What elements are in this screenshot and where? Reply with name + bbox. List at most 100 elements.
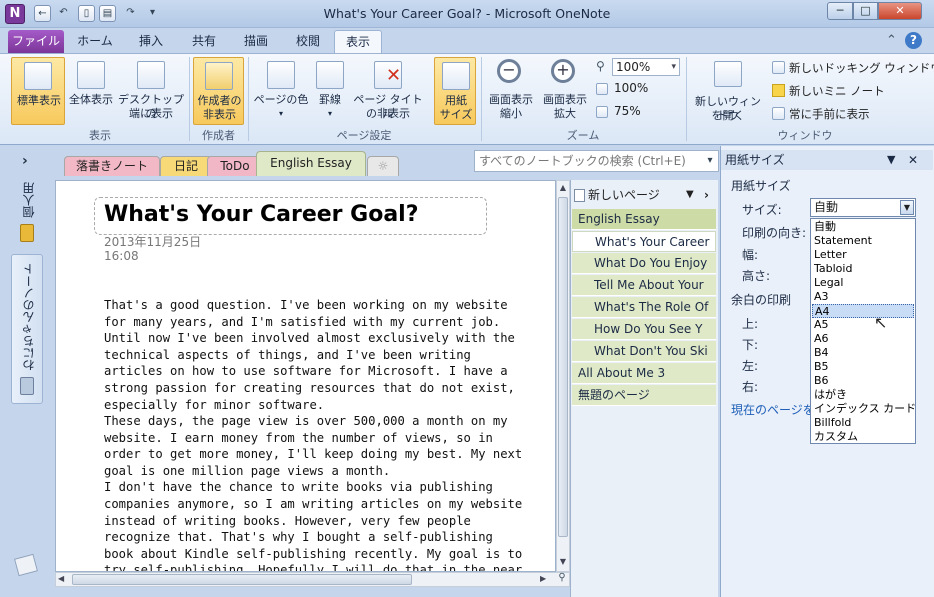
section-tab-english-essay[interactable]: English Essay [256,151,366,176]
scroll-right-icon[interactable]: ▶ [540,574,546,583]
page-item-selected[interactable]: What's Your Career [572,231,716,252]
size-option[interactable]: 自動 [812,220,914,234]
size-option[interactable]: Letter [812,248,914,262]
size-option[interactable]: インデックス カード [812,402,916,416]
size-option[interactable]: A3 [812,290,914,304]
tab-insert[interactable]: 挿入 [126,30,176,53]
note-paragraph[interactable]: That's a good question. I've been workin… [104,297,529,413]
zoom-100-button[interactable]: 100% [596,81,680,97]
rule-lines-dropdown-icon: ▾ [327,109,332,118]
size-option-highlighted[interactable]: A4 [812,304,914,318]
page-item[interactable]: How Do You See Y [572,319,716,340]
tab-view[interactable]: 表示 [334,30,382,53]
page-item[interactable]: English Essay [572,209,716,230]
pin-page-icon[interactable]: ⚲ [555,572,569,586]
scroll-down-icon[interactable]: ▼ [558,557,568,567]
tab-share[interactable]: 共有 [180,30,228,53]
page-title[interactable]: What's Your Career Goal? [104,202,419,227]
page-item[interactable]: All About Me 3 [572,363,716,384]
tab-home[interactable]: ホーム [70,30,120,53]
zoom-75-button[interactable]: 75% [596,104,680,120]
horizontal-scrollbar[interactable]: ◀ ▶ [55,572,570,587]
notebook-wani-label: わにちゃんのノート [22,263,36,371]
margin-top-label: 上: [742,317,759,331]
new-page-button[interactable]: 新しいページ ▼ › [574,186,714,204]
page-color-button[interactable]: ページの色 ▾ [252,57,310,125]
new-mini-note-button[interactable]: 新しいミニ ノート [772,83,922,99]
close-button[interactable]: ✕ [878,2,922,20]
scroll-up-icon[interactable]: ▲ [558,183,568,193]
new-window-icon [714,61,742,87]
normal-view-button[interactable]: 標準表示 [11,57,65,125]
search-placeholder: すべてのノートブックの検索 (Ctrl+E) [479,154,686,168]
size-option[interactable]: はがき [812,388,914,402]
notebook-icon [20,377,34,395]
page-canvas[interactable]: What's Your Career Goal? 2013年11月25日 16:… [55,180,556,572]
pin-icon [772,107,785,120]
dock-to-desktop-button[interactable]: デスクトップの 端に表示 [117,57,185,125]
close-pane-icon[interactable]: ✕ [908,150,918,170]
search-input[interactable]: すべてのノートブックの検索 (Ctrl+E) [474,150,719,172]
pane-options-icon[interactable]: ▼ [887,150,895,170]
note-paragraph-block[interactable]: These days, the page view is over 500,00… [104,413,529,571]
hide-authors-button[interactable]: 作成者の 非表示 [193,57,244,125]
page-item[interactable]: What's The Role Of [572,297,716,318]
hide-page-title-button[interactable]: ✕ ページ タイトル の非表示 [350,57,426,125]
size-option[interactable]: B6 [812,374,914,388]
paper-size-button[interactable]: 用紙 サイズ [434,57,476,125]
search-dropdown-icon[interactable]: ▾ [702,152,718,170]
notebook-personal[interactable]: 個人用 [12,178,42,250]
new-section-tab[interactable]: ☼ [367,156,399,176]
size-option[interactable]: B5 [812,360,914,374]
notebook-wani[interactable]: わにちゃんのノート [11,254,43,404]
zoom-out-button[interactable]: − 画面表示 縮小 [485,57,537,125]
scroll-thumb[interactable] [558,197,568,537]
maximize-button[interactable]: □ [853,2,878,20]
zoom-in-button[interactable]: + 画面表示 拡大 [538,57,592,125]
new-docked-window-button[interactable]: 新しいドッキング ウィンドウ [772,60,934,76]
size-option[interactable]: B4 [812,346,914,360]
size-select[interactable]: 自動 ▼ [810,198,916,217]
tab-file[interactable]: ファイル [8,30,64,53]
section-tab-scribble[interactable]: 落書きノート [64,156,160,176]
size-option[interactable]: A5 [812,318,914,332]
expand-navigation-icon[interactable]: › [22,153,28,169]
vertical-scrollbar[interactable]: ▲ ▼ [556,180,570,572]
paper-size-section-label: 用紙サイズ [731,179,791,193]
tab-draw[interactable]: 描画 [232,30,280,53]
chevron-down-icon[interactable]: ▼ [900,200,914,215]
chevron-down-icon[interactable]: ▼ [686,186,694,204]
print-margins-label: 余白の印刷 [731,293,792,307]
notebook-personal-label: 個人用 [22,182,36,218]
collapse-ribbon-icon[interactable]: ⌃ [886,33,897,48]
size-option[interactable]: Tabloid [812,262,914,276]
size-option[interactable]: Legal [812,276,914,290]
chevron-right-icon[interactable]: › [704,186,709,204]
section-tab-diary[interactable]: 日記 [160,156,212,176]
note-paragraph[interactable]: These days, the page view is over 500,00… [104,413,529,479]
help-icon[interactable]: ? [905,32,922,49]
size-option[interactable]: Statement [812,234,914,248]
scroll-left-icon[interactable]: ◀ [58,574,64,583]
minimize-button[interactable]: ─ [827,2,853,20]
full-page-view-button[interactable]: 全体表示 [66,57,116,125]
page-item[interactable]: 無題のページ [572,385,716,406]
scroll-thumb[interactable] [72,574,412,585]
section-tab-todo[interactable]: ToDo [207,156,263,176]
page-item[interactable]: Tell Me About Your [572,275,716,296]
note-paragraph[interactable]: I don't have the chance to write books v… [104,479,529,571]
page-item[interactable]: What Do You Enjoy [572,253,716,274]
always-on-top-button[interactable]: 常に手前に表示 [772,106,922,122]
size-dropdown-list[interactable]: 自動 Statement Letter Tabloid Legal A3 A4 … [810,218,916,444]
new-window-button[interactable]: 新しいウィンドウ を開く [690,57,766,125]
normal-view-icon [24,62,52,90]
size-option[interactable]: Billfold [812,416,914,430]
zoom-combobox[interactable]: 100% ▾ [612,58,680,76]
tab-review[interactable]: 校閲 [284,30,332,53]
rule-lines-button[interactable]: 罫線 ▾ [312,57,348,125]
size-option[interactable]: A6 [812,332,914,346]
margin-bottom-label: 下: [742,338,759,352]
zoom-in-label-2: 拡大 [554,107,576,120]
size-option[interactable]: カスタム [812,430,914,444]
page-item[interactable]: What Don't You Ski [572,341,716,362]
